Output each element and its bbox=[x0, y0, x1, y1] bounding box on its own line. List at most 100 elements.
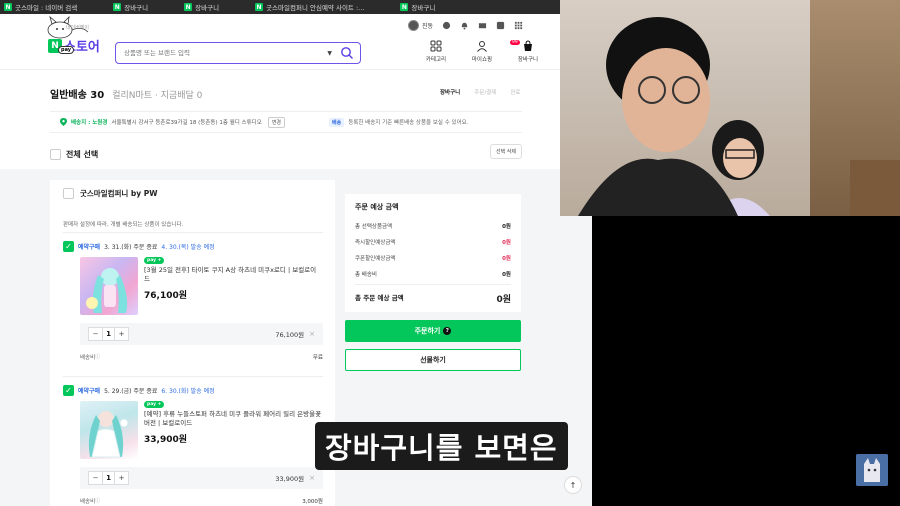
naver-icon: N bbox=[4, 3, 12, 11]
line-price: 33,900원 bbox=[275, 475, 305, 483]
bookmark-item[interactable]: N 장바구니 bbox=[400, 2, 465, 12]
bookmark-item[interactable]: N 장바구니 bbox=[184, 2, 249, 12]
search-input[interactable] bbox=[124, 49, 328, 57]
cart-item: 예약구매 5. 29.(금) 주문 종료 6. 30.(화) 발송 예정 pay… bbox=[63, 385, 323, 505]
order-button-label: 주문하기 bbox=[414, 327, 441, 335]
delete-selected-button[interactable]: 선택 삭제 bbox=[490, 144, 522, 159]
divider bbox=[63, 376, 323, 377]
figure-image bbox=[88, 411, 129, 458]
subtitle-text: 장바구니를 보면은 bbox=[325, 431, 558, 465]
remove-item-icon[interactable]: × bbox=[309, 330, 315, 338]
bell-icon[interactable] bbox=[460, 21, 469, 30]
seller-checkbox[interactable] bbox=[63, 188, 74, 199]
webcam-overlay bbox=[560, 0, 900, 216]
bookmark-item[interactable]: N 굿스마일컴퍼니 안심예약 사이트 :... bbox=[255, 2, 394, 12]
bookmark-item[interactable]: N 굿스마일 : 네이버 검색 bbox=[4, 2, 107, 12]
seller-name[interactable]: 굿스마일컴퍼니 by PW bbox=[80, 188, 158, 199]
gift-button[interactable]: 선물하기 bbox=[345, 349, 521, 371]
decrease-button[interactable]: − bbox=[89, 472, 102, 484]
summary-value: 0원 bbox=[502, 224, 511, 230]
product-price: 76,100원 bbox=[144, 291, 188, 301]
chevron-down-icon[interactable]: ▼ bbox=[327, 50, 332, 57]
user-name[interactable]: 진동 bbox=[422, 21, 433, 30]
header-nav: 카테고리 마이쇼핑 장바구니 bbox=[420, 40, 544, 63]
summary-total: 총 주문 예상 금액 0원 bbox=[355, 292, 511, 305]
nav-category[interactable]: 카테고리 bbox=[420, 40, 452, 63]
info-icon[interactable]: ⓘ bbox=[95, 497, 100, 505]
divider bbox=[355, 284, 511, 285]
cart-count-badge: 99 bbox=[510, 40, 520, 45]
npay-plus-badge: pay + bbox=[144, 257, 165, 264]
naver-icon: N bbox=[255, 3, 264, 11]
item-body: pay + [3월 25일 전후] 타이토 쿠지 A상 하츠네 미쿠x로디 | … bbox=[80, 257, 323, 315]
quantity-value[interactable]: 1 bbox=[102, 328, 115, 340]
my-shopping-icon bbox=[477, 41, 487, 52]
summary-value: 0원 bbox=[502, 256, 511, 262]
search-box[interactable]: ▼ bbox=[115, 42, 361, 64]
order-button[interactable]: 주문하기 ? bbox=[345, 320, 521, 342]
bookmark-item[interactable]: N 장바구니 bbox=[113, 2, 178, 12]
item-checkbox[interactable] bbox=[63, 385, 74, 396]
product-thumbnail[interactable] bbox=[80, 257, 138, 315]
product-thumbnail[interactable] bbox=[80, 401, 138, 459]
select-all-label[interactable]: 전체 선택 bbox=[66, 149, 98, 160]
select-all-row: 전체 선택 선택 삭제 bbox=[50, 144, 522, 164]
summary-row: 총 배송비 0원 bbox=[355, 270, 511, 278]
ship-due: 6. 30.(화) 발송 예정 bbox=[161, 388, 215, 395]
fee-value: 3,000원 bbox=[302, 499, 323, 505]
address-label: 배송지 : 노원경 bbox=[71, 120, 108, 126]
summary-title: 주문 예상 금액 bbox=[355, 203, 399, 211]
shipping-fee-row: 배송비 ⓘ 무료 bbox=[80, 353, 323, 361]
avatar[interactable] bbox=[408, 20, 419, 31]
help-icon[interactable]: ? bbox=[443, 327, 452, 335]
summary-row: 총 선택상품금액 0원 bbox=[355, 222, 511, 230]
product-price: 33,900원 bbox=[144, 435, 188, 445]
product-title[interactable]: [예약] 후류 누들스토퍼 하츠네 미쿠 플라워 페어리 릴리 은방울꽃 버전 … bbox=[144, 410, 322, 428]
increase-button[interactable]: + bbox=[115, 472, 128, 484]
bookmark-label: 장바구니 bbox=[411, 4, 436, 12]
quantity-value[interactable]: 1 bbox=[102, 472, 115, 484]
brand-sub: 네이버페이 bbox=[66, 25, 90, 31]
bookmark-label: 장바구니 bbox=[195, 4, 220, 12]
change-address-button[interactable]: 변경 bbox=[267, 116, 286, 128]
tab-normal-delivery[interactable]: 일반배송 30 bbox=[50, 86, 104, 101]
ship-due: 4. 30.(목) 발송 예정 bbox=[161, 244, 215, 251]
blog-icon[interactable] bbox=[496, 21, 505, 30]
item-info: pay + [3월 25일 전후] 타이토 쿠지 A상 하츠네 미쿠x로디 | … bbox=[144, 257, 322, 315]
line-price: 76,100원 bbox=[275, 331, 305, 339]
channel-watermark-icon bbox=[856, 454, 888, 486]
ship-type: 예약구매 bbox=[78, 244, 101, 251]
apps-grid-icon[interactable] bbox=[514, 21, 523, 30]
ship-type: 예약구매 bbox=[78, 388, 101, 395]
total-label: 총 주문 예상 금액 bbox=[355, 294, 404, 302]
increase-button[interactable]: + bbox=[115, 328, 128, 340]
remove-item-icon[interactable]: × bbox=[309, 474, 315, 482]
product-title[interactable]: [3월 25일 전후] 타이토 쿠지 A상 하츠네 미쿠x로디 | 보컬로이드 bbox=[144, 266, 322, 284]
search-icon[interactable] bbox=[340, 46, 354, 60]
step-complete: 완료 bbox=[510, 90, 521, 96]
item-checkbox[interactable] bbox=[63, 241, 74, 252]
cart-tabs: 일반배송 30 컬리N마트 · 지금배달 0 bbox=[50, 86, 202, 101]
tab-other-delivery[interactable]: 컬리N마트 · 지금배달 0 bbox=[112, 88, 202, 101]
quantity-stepper: − 1 + bbox=[88, 327, 129, 341]
summary-label: 총 배송비 bbox=[355, 272, 377, 278]
summary-label: 즉시할인예상금액 bbox=[355, 240, 396, 246]
quantity-stepper: − 1 + bbox=[88, 471, 129, 485]
ship-info: 5. 29.(금) 주문 종료 bbox=[104, 388, 158, 395]
decrease-button[interactable]: − bbox=[89, 328, 102, 340]
order-steps: 장바구니 주문/결제 완료 bbox=[440, 88, 520, 96]
info-icon[interactable]: ⓘ bbox=[95, 353, 100, 361]
divider bbox=[63, 232, 323, 233]
summary-value: 0원 bbox=[502, 240, 511, 246]
select-all-checkbox[interactable] bbox=[50, 148, 61, 160]
address-bar: 배송지 : 노원경 서울특별시 강서구 등촌로39가길 18 (등촌동) 1층 … bbox=[50, 111, 522, 133]
nav-my-shopping[interactable]: 마이쇼핑 bbox=[466, 40, 498, 63]
mail-icon[interactable] bbox=[478, 21, 487, 30]
scroll-to-top-button[interactable]: ↑ bbox=[564, 476, 582, 494]
chat-icon[interactable] bbox=[442, 21, 451, 30]
fee-label: 배송비 bbox=[80, 355, 96, 361]
fast-delivery-badge: 배송 bbox=[329, 117, 345, 127]
bookmark-label: 장바구니 bbox=[124, 4, 149, 12]
bookmarks-bar: N 굿스마일 : 네이버 검색 N 장바구니 N 장바구니 N 굿스마일컴퍼니 안심예약… bbox=[0, 0, 560, 14]
store-logo[interactable]: N pay 스토어 bbox=[48, 36, 100, 55]
